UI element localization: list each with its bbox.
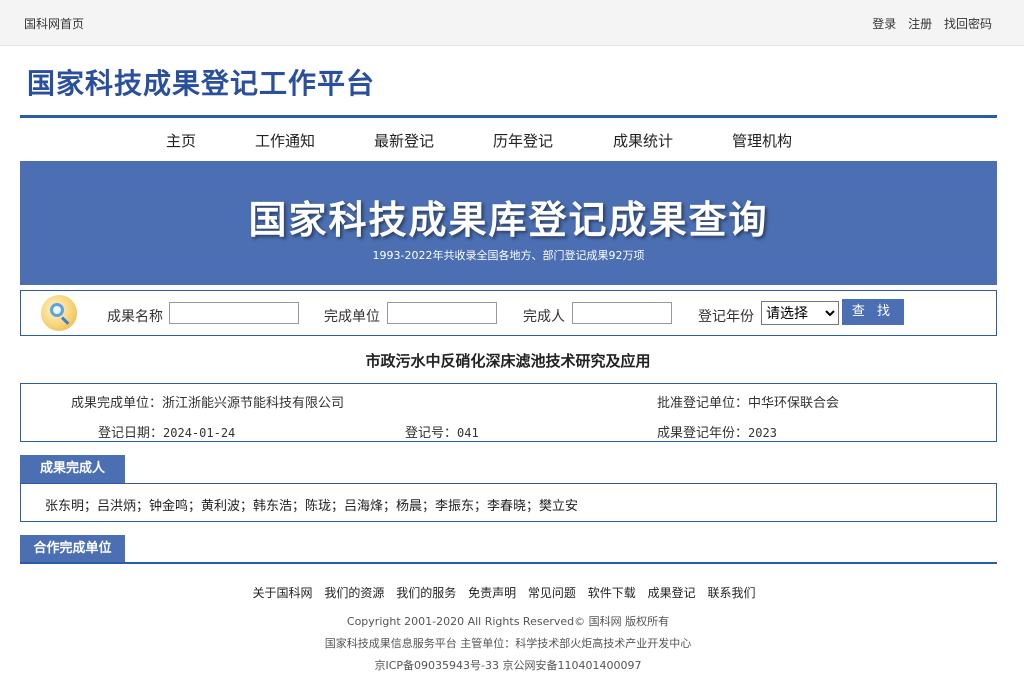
footer-link-register[interactable]: 成果登记 (648, 586, 696, 600)
label-year: 登记年份 (698, 309, 754, 325)
registration-number: 登记号：041 (405, 426, 479, 441)
nav-item-latest[interactable]: 最新登记 (374, 130, 434, 151)
footer-link-resources[interactable]: 我们的资源 (324, 586, 384, 600)
header-divider (20, 115, 997, 118)
search-panel: 成果名称 完成单位 完成人 登记年份 请选择 查 找 (20, 290, 997, 336)
footer-link-services[interactable]: 我们的服务 (396, 586, 456, 600)
main-nav: 主页 工作通知 最新登记 历年登记 成果统计 管理机构 (0, 130, 1024, 152)
site-logo[interactable]: 国家科技成果登记工作平台 (27, 62, 375, 102)
home-link[interactable]: 国科网首页 (24, 15, 84, 32)
result-info-box: 成果完成单位：浙江浙能兴源节能科技有限公司 批准登记单位：中华环保联合会 登记日… (20, 383, 997, 442)
search-button[interactable]: 查 找 (842, 299, 904, 325)
footer-icp: 京ICP备09035943号-33 京公网安备110401400097 (374, 659, 642, 672)
search-icon (41, 295, 77, 331)
register-link[interactable]: 注册 (908, 17, 932, 31)
nav-item-agencies[interactable]: 管理机构 (732, 130, 792, 151)
account-links: 登录 注册 找回密码 (864, 15, 992, 32)
completion-unit: 成果完成单位：浙江浙能兴源节能科技有限公司 (71, 396, 345, 411)
persons-list: 张东明；吕洪炳；钟金鸣；黄利波；韩东浩；陈珑；吕海烽；杨晨；李振东；李春晓；樊立… (45, 499, 579, 514)
label-person: 完成人 (523, 309, 565, 325)
partners-divider (20, 562, 997, 564)
label-result-name: 成果名称 (107, 309, 163, 325)
banner-title: 国家科技成果库登记成果查询 (248, 198, 769, 242)
footer-link-about[interactable]: 关于国科网 (253, 586, 313, 600)
persons-section-header: 成果完成人 (20, 455, 125, 483)
login-link[interactable]: 登录 (872, 17, 896, 31)
registration-year: 成果登记年份：2023 (657, 426, 777, 441)
partners-section-header: 合作完成单位 (20, 535, 125, 563)
top-bar: 国科网首页 登录 注册 找回密码 (0, 0, 1024, 46)
persons-box: 张东明；吕洪炳；钟金鸣；黄利波；韩东浩；陈珑；吕海烽；杨晨；李振东；李春晓；樊立… (20, 483, 997, 522)
result-title: 市政污水中反硝化深床滤池技术研究及应用 (365, 352, 651, 370)
footer-link-contact[interactable]: 联系我们 (707, 586, 755, 600)
nav-item-home[interactable]: 主页 (166, 130, 196, 151)
footer-copyright: Copyright 2001-2020 All Rights Reserved©… (346, 615, 670, 628)
nav-item-history[interactable]: 历年登记 (493, 130, 553, 151)
footer-link-faq[interactable]: 常见问题 (528, 586, 576, 600)
nav-item-stats[interactable]: 成果统计 (613, 130, 673, 151)
recover-password-link[interactable]: 找回密码 (944, 17, 992, 31)
footer-links: 关于国科网 我们的资源 我们的服务 免责声明 常见问题 软件下载 成果登记 联系… (0, 584, 1008, 601)
registration-date: 登记日期：2024-01-24 (98, 426, 236, 441)
person-input[interactable] (572, 302, 672, 324)
footer-platform: 国家科技成果信息服务平台 主管单位：科学技术部火炬高技术产业开发中心 (324, 637, 692, 650)
label-unit: 完成单位 (324, 309, 380, 325)
banner-subtitle: 1993-2022年共收录全国各地方、部门登记成果92万项 (372, 249, 645, 262)
footer-link-disclaimer[interactable]: 免责声明 (468, 586, 516, 600)
nav-item-notices[interactable]: 工作通知 (255, 130, 315, 151)
approval-unit: 批准登记单位：中华环保联合会 (657, 396, 840, 411)
unit-input[interactable] (387, 302, 497, 324)
year-select[interactable]: 请选择 (761, 301, 839, 325)
footer-link-download[interactable]: 软件下载 (588, 586, 636, 600)
result-name-input[interactable] (169, 302, 299, 324)
hero-banner: 国家科技成果库登记成果查询 1993-2022年共收录全国各地方、部门登记成果9… (20, 161, 997, 285)
